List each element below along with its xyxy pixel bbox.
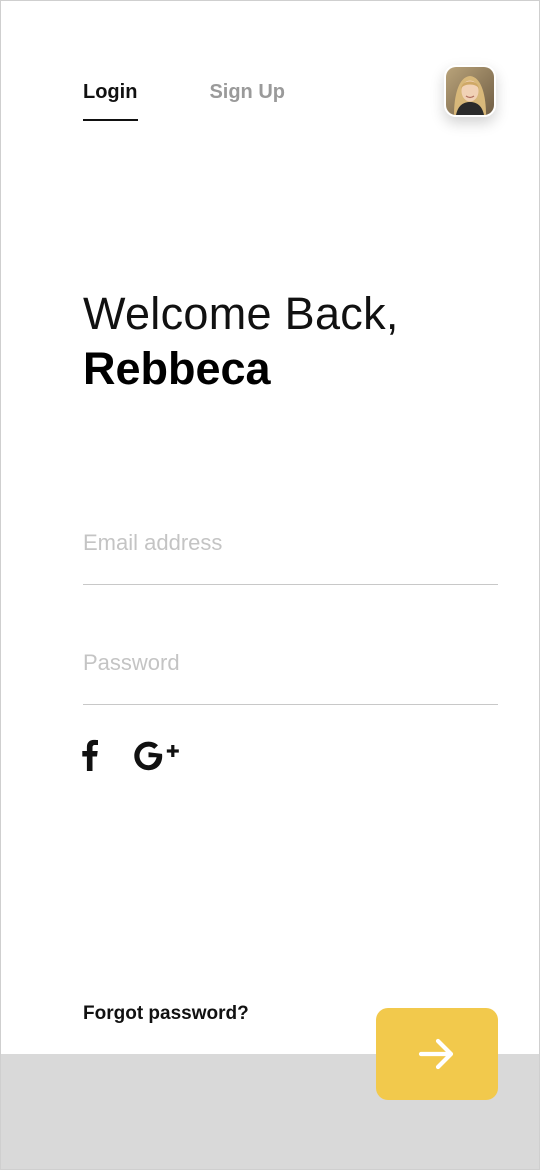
avatar-photo	[446, 67, 494, 115]
email-field[interactable]	[83, 523, 498, 585]
tab-login[interactable]: Login	[83, 79, 139, 121]
welcome-line: Welcome Back,	[83, 288, 399, 339]
avatar[interactable]	[444, 65, 496, 117]
auth-tabs: Login Sign Up	[83, 79, 285, 121]
welcome-heading: Welcome Back, Rebbeca	[83, 287, 399, 397]
login-screen: Login Sign Up Welcome Back, Rebbeca Emai…	[0, 0, 540, 1170]
password-field[interactable]	[83, 643, 498, 705]
tab-signup[interactable]: Sign Up	[209, 79, 285, 105]
user-name: Rebbeca	[83, 343, 271, 394]
facebook-icon	[82, 739, 98, 771]
facebook-login-button[interactable]	[81, 739, 99, 771]
submit-button[interactable]	[376, 1008, 498, 1100]
google-plus-icon	[134, 741, 179, 771]
social-login	[81, 739, 183, 771]
google-plus-login-button[interactable]	[133, 739, 183, 771]
arrow-right-icon	[418, 1038, 454, 1070]
forgot-password-link[interactable]: Forgot password?	[83, 1003, 249, 1025]
